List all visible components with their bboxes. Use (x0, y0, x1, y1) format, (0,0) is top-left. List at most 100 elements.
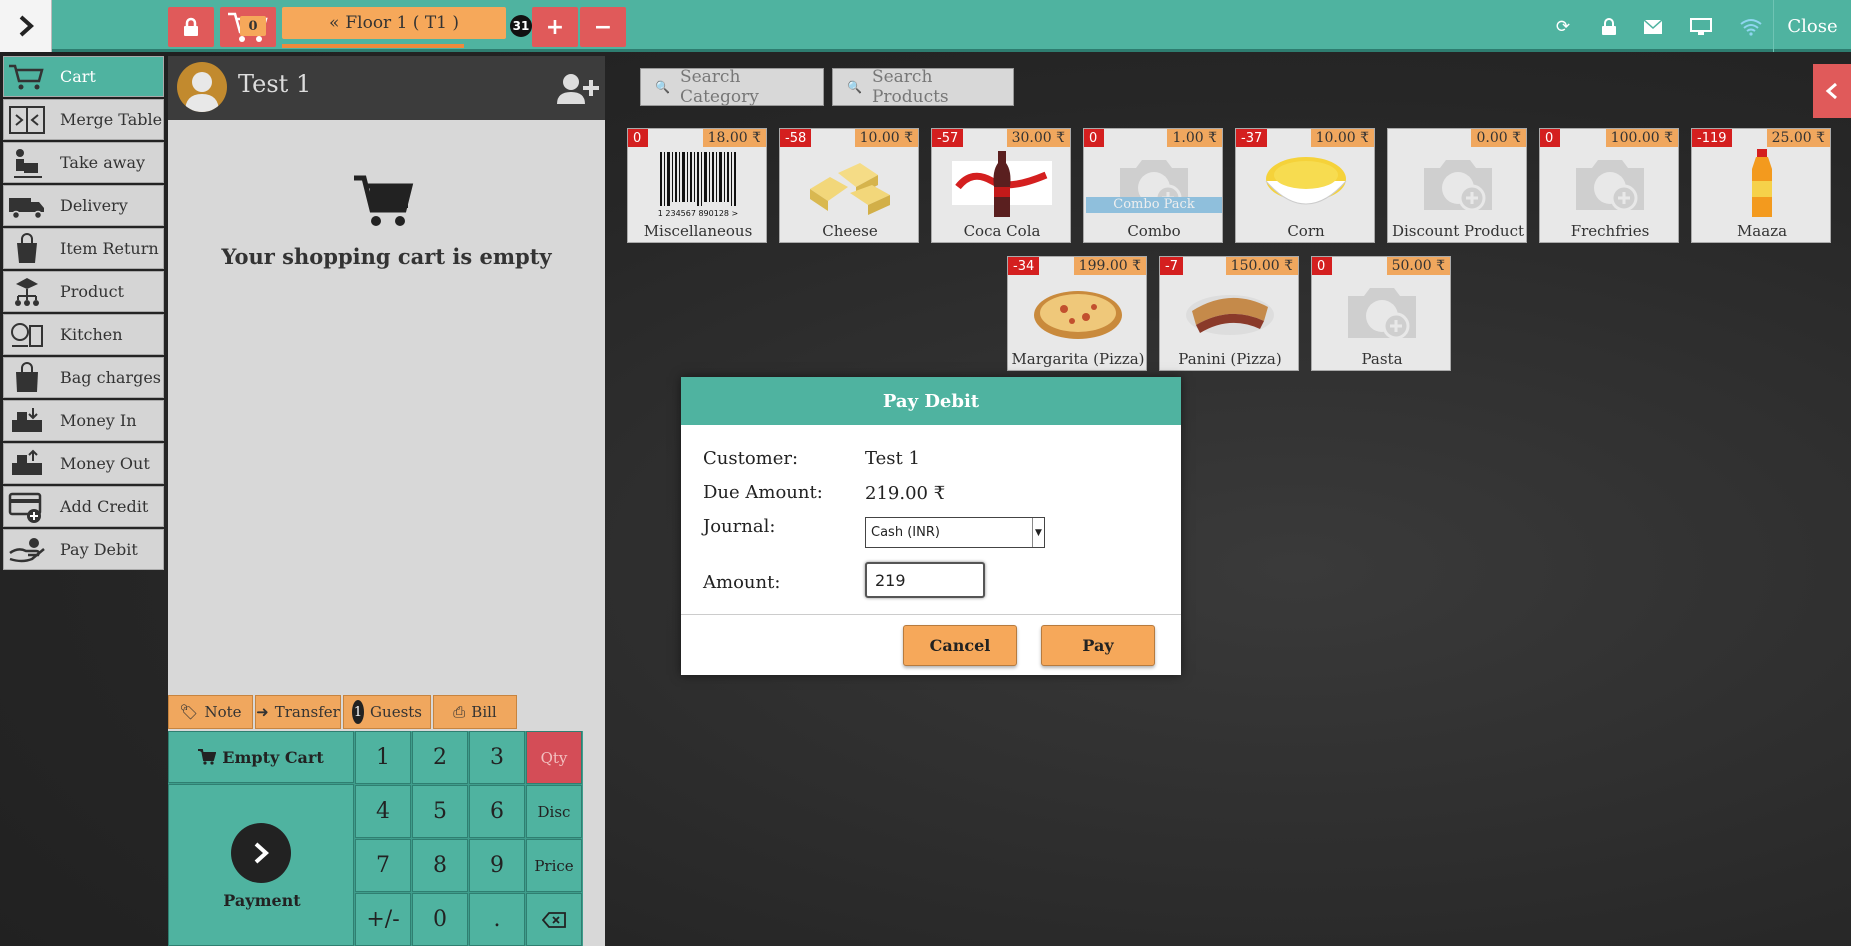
customer-name[interactable]: Test 1 (238, 70, 311, 98)
plus-icon: + (545, 14, 565, 40)
add-order-button[interactable]: + (532, 7, 578, 47)
guests-label: Guests (370, 703, 422, 721)
guests-button[interactable]: 1 Guests (343, 695, 431, 729)
pay-button[interactable]: Pay (1041, 625, 1155, 666)
key-8[interactable]: 8 (412, 839, 468, 892)
coca-cola-image (946, 147, 1058, 221)
sidebar-item-take-away[interactable]: Take away (3, 142, 164, 183)
pay-debit-icon (4, 531, 50, 569)
note-button[interactable]: 🏷 Note (168, 695, 253, 729)
product-name: Maaza (1736, 222, 1788, 240)
price-badge: 199.00 ₹ (1073, 257, 1146, 275)
mail-icon[interactable] (1642, 16, 1664, 38)
product-card[interactable]: -7 150.00 ₹ Panini (Pizza) (1159, 256, 1299, 371)
sidebar-item-merge-table[interactable]: Merge Table (3, 99, 164, 140)
remove-order-button[interactable]: − (580, 7, 626, 47)
menu-toggle-button[interactable] (0, 0, 52, 52)
display-icon[interactable] (1690, 16, 1712, 38)
product-card[interactable]: 1 234567 890128 > 0 18.00 ₹ Miscellaneou… (627, 128, 767, 243)
sidebar-item-bag-charges[interactable]: Bag charges (3, 357, 164, 398)
sidebar-item-label: Kitchen (60, 325, 123, 344)
product-card[interactable]: Combo Pack 0 1.00 ₹ Combo (1083, 128, 1223, 243)
journal-select[interactable]: Cash (INR) ▼ (865, 517, 1045, 548)
floor-badge: 31 (510, 15, 532, 37)
key-4[interactable]: 4 (355, 785, 411, 838)
disc-mode-button[interactable]: Disc (526, 785, 582, 838)
lock-button[interactable] (168, 7, 214, 47)
payment-button[interactable]: Payment (168, 784, 354, 946)
key-2[interactable]: 2 (412, 731, 468, 784)
sidebar-item-kitchen[interactable]: Kitchen (3, 314, 164, 355)
price-badge: 10.00 ₹ (854, 129, 918, 147)
key-3[interactable]: 3 (469, 731, 525, 784)
stock-badge: 0 (1312, 257, 1332, 275)
sidebar-item-product[interactable]: Product (3, 271, 164, 312)
amount-input[interactable] (865, 562, 985, 598)
product-card[interactable]: 0 100.00 ₹ Frechfries (1539, 128, 1679, 243)
product-card[interactable]: -57 30.00 ₹ Coca Cola (931, 128, 1071, 243)
key-sign[interactable]: +/- (355, 893, 411, 946)
product-card[interactable]: -34 199.00 ₹ Margarita (Pizza) (1007, 256, 1147, 371)
product-name: Coca Cola (963, 222, 1041, 240)
sidebar-item-pay-debit[interactable]: Pay Debit (3, 529, 164, 570)
cancel-button[interactable]: Cancel (903, 625, 1017, 666)
collapse-panel-button[interactable] (1813, 64, 1851, 118)
key-9[interactable]: 9 (469, 839, 525, 892)
sidebar-item-item-return[interactable]: Item Return (3, 228, 164, 269)
take-away-icon (4, 144, 50, 182)
floor-selector[interactable]: « Floor 1 ( T1 ) (282, 7, 506, 39)
sidebar-item-delivery[interactable]: Delivery (3, 185, 164, 226)
key-5[interactable]: 5 (412, 785, 468, 838)
chevron-right-icon (19, 15, 34, 37)
search-category-input[interactable]: 🔍 Search Category (640, 67, 824, 107)
key-6[interactable]: 6 (469, 785, 525, 838)
customer-avatar[interactable] (177, 62, 227, 112)
product-card[interactable]: -58 10.00 ₹ Cheese (779, 128, 919, 243)
top-bar: 0 « Floor 1 ( T1 ) 31 + − ⟳ Close (0, 0, 1851, 52)
close-button[interactable]: Close (1773, 0, 1851, 52)
chevron-left-icon (1825, 82, 1837, 100)
due-amount-value: 219.00 ₹ (865, 483, 946, 504)
sidebar-item-money-out[interactable]: Money Out (3, 443, 164, 484)
transfer-button[interactable]: ➜ Transfer (255, 695, 341, 729)
product-card[interactable]: -37 10.00 ₹ Corn (1235, 128, 1375, 243)
price-badge: 10.00 ₹ (1310, 129, 1374, 147)
dropdown-caret-icon: ▼ (1032, 518, 1044, 547)
cheese-image (794, 147, 906, 221)
backspace-icon (542, 911, 566, 928)
product-card[interactable]: 0 50.00 ₹ Pasta (1311, 256, 1451, 371)
empty-cart-button[interactable]: Empty Cart (168, 731, 354, 783)
delivery-truck-icon (4, 187, 50, 225)
lock-screen-icon[interactable] (1598, 16, 1620, 38)
stock-badge: 0 (628, 129, 648, 147)
product-card[interactable]: -119 25.00 ₹ Maaza (1691, 128, 1831, 243)
key-1[interactable]: 1 (355, 731, 411, 784)
chevron-right-icon (231, 823, 291, 883)
backspace-button[interactable] (526, 893, 582, 946)
cart-count-badge: 0 (240, 16, 266, 36)
key-7[interactable]: 7 (355, 839, 411, 892)
lock-icon (184, 17, 198, 36)
product-card[interactable]: 0.00 ₹ Discount Product (1387, 128, 1527, 243)
stock-badge: 0 (1084, 129, 1104, 147)
sidebar-item-money-in[interactable]: Money In (3, 400, 164, 441)
sidebar-item-cart[interactable]: Cart (3, 56, 164, 97)
stock-badge: -58 (780, 129, 812, 147)
double-chevron-left-icon: « (328, 13, 340, 33)
kitchen-icon (4, 316, 50, 354)
add-customer-icon[interactable] (555, 70, 599, 106)
price-mode-button[interactable]: Price (526, 839, 582, 892)
key-dot[interactable]: . (469, 893, 525, 946)
sidebar-item-label: Money In (60, 411, 137, 430)
sidebar-item-add-credit[interactable]: Add Credit (3, 486, 164, 527)
empty-cart-label: Empty Cart (222, 747, 324, 767)
price-badge: 50.00 ₹ (1386, 257, 1450, 275)
price-badge: 18.00 ₹ (702, 129, 766, 147)
key-0[interactable]: 0 (412, 893, 468, 946)
search-products-input[interactable]: 🔍 Search Products (832, 67, 1014, 107)
qty-mode-button[interactable]: Qty (526, 731, 582, 784)
search-icon: 🔍 (847, 80, 862, 94)
bill-button[interactable]: ⎙ Bill (433, 695, 517, 729)
sync-icon[interactable]: ⟳ (1552, 16, 1574, 38)
customer-header: Test 1 (168, 56, 605, 120)
